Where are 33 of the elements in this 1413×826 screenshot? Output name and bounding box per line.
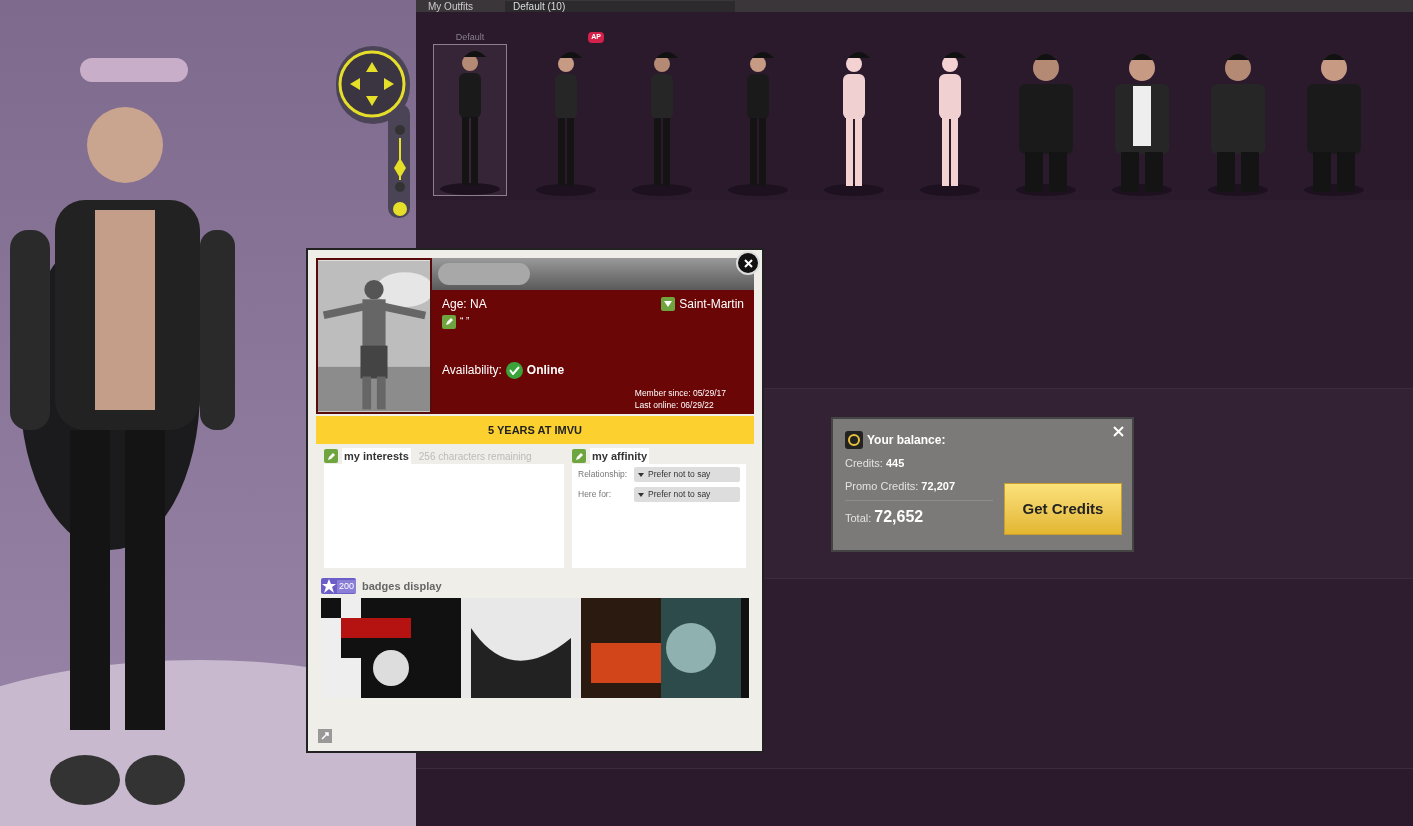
tagline-text: “ ” xyxy=(460,315,470,329)
status-text: Online xyxy=(526,362,565,379)
outfit-dropdown[interactable]: Default (10) xyxy=(505,1,735,12)
dropdown-icon[interactable] xyxy=(661,297,676,311)
years-banner: 5 YEARS AT IMVU xyxy=(316,416,754,444)
member-since-text: Member since: 05/29/17 xyxy=(634,387,726,399)
balance-value: 72,207 xyxy=(921,478,955,494)
field-label: Relationship: xyxy=(578,468,629,481)
balance-value: 445 xyxy=(885,456,905,471)
location-text: Saint-Martin xyxy=(679,296,744,313)
balance-label: Credits: xyxy=(845,456,883,471)
close-icon xyxy=(743,258,753,268)
field-label: Here for: xyxy=(578,488,613,501)
select-field[interactable]: Prefer not to say xyxy=(634,487,740,502)
edit-icon[interactable] xyxy=(442,314,456,329)
panel-title: My Outfits xyxy=(428,1,473,12)
close-icon xyxy=(1112,425,1124,437)
close-button[interactable] xyxy=(736,251,760,275)
balance-label: Promo Credits: xyxy=(845,478,919,494)
availability-label: Availability: xyxy=(442,362,502,379)
balance-title: Your balance: xyxy=(867,432,946,449)
credits-icon xyxy=(845,431,863,449)
section-title: my affinity xyxy=(590,447,649,465)
caret-icon xyxy=(638,472,644,477)
get-credits-button[interactable]: Get Credits xyxy=(1004,483,1122,535)
balance-label: Total: xyxy=(845,511,872,526)
balance-value: 72,652 xyxy=(874,507,924,527)
check-icon xyxy=(505,361,523,379)
outfit-label: Default xyxy=(455,30,485,44)
age-text: Age: NA xyxy=(442,296,487,313)
caret-icon xyxy=(638,492,644,497)
last-online-text: Last online: 06/29/22 xyxy=(634,399,715,411)
select-field[interactable]: Prefer not to say xyxy=(634,467,740,482)
